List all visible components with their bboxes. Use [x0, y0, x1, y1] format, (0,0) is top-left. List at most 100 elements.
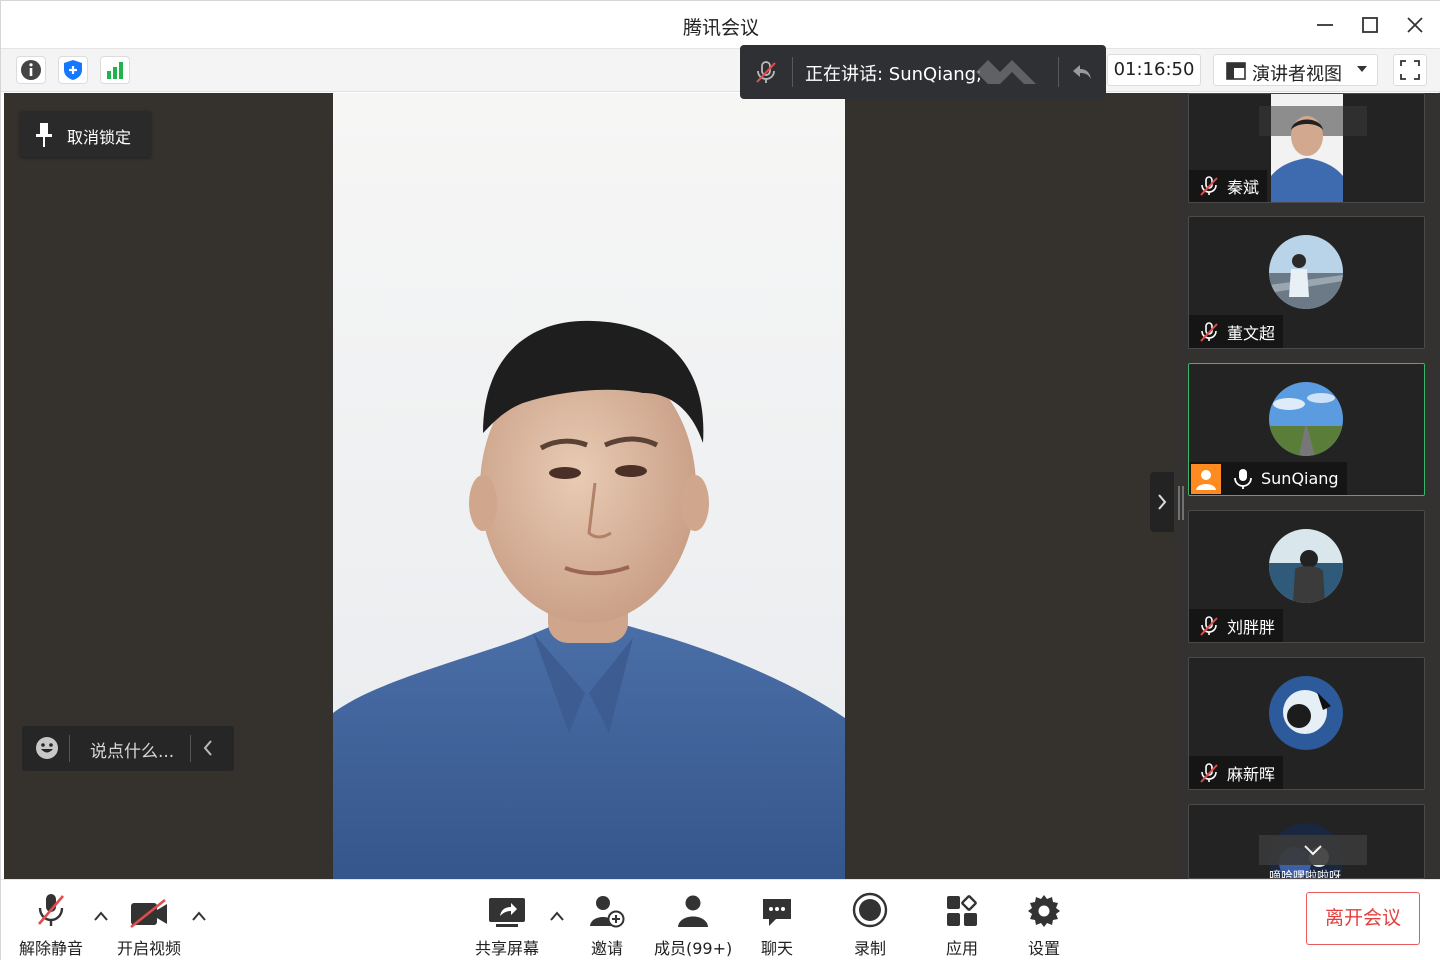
gallery-resize-handle[interactable]: [1178, 486, 1184, 520]
start-video-label: 开启视频: [117, 939, 182, 958]
divider: [792, 57, 793, 87]
participant-tile[interactable]: 刘胖胖: [1188, 510, 1425, 643]
gear-icon: [1028, 895, 1060, 927]
divider: [1058, 57, 1059, 87]
participant-tile[interactable]: 董文超: [1188, 216, 1425, 349]
emoji-icon: [36, 737, 58, 759]
fullscreen-icon: [1400, 60, 1420, 80]
mic-muted-icon: [1200, 762, 1218, 783]
add-user-icon: [590, 896, 625, 928]
share-screen-icon: [489, 898, 525, 927]
apps-grid-icon: [947, 895, 977, 926]
meeting-timer: 01:16:50: [1107, 54, 1201, 86]
close-icon: [1407, 17, 1423, 33]
speaker-video[interactable]: [333, 93, 845, 879]
maximize-icon: [1362, 17, 1378, 33]
meeting-info-button[interactable]: [16, 56, 46, 84]
invite-button[interactable]: 邀请: [589, 890, 625, 959]
minimize-button[interactable]: [1307, 9, 1343, 41]
collapse-gallery-button[interactable]: [1150, 472, 1174, 532]
signal-bars-icon: [107, 62, 123, 79]
participant-name: 董文超: [1227, 323, 1276, 343]
avatar: [1269, 676, 1343, 750]
share-screen-button[interactable]: 共享屏幕: [475, 890, 539, 959]
record-icon: [852, 892, 888, 928]
leave-meeting-button[interactable]: 离开会议: [1306, 892, 1420, 945]
mic-muted-icon: [756, 61, 776, 83]
maximize-button[interactable]: [1352, 9, 1388, 41]
members-icon: [678, 895, 709, 927]
divider: [190, 735, 191, 762]
participant-name: 嘀哈嘿啦啦呀: [1269, 869, 1342, 879]
chat-placeholder: 说点什么...: [90, 742, 175, 762]
scroll-down-button[interactable]: [1259, 835, 1367, 865]
participant-name: 刘胖胖: [1227, 617, 1276, 637]
title-bar: 腾讯会议: [1, 1, 1440, 49]
avatar: [1269, 382, 1343, 456]
settings-button[interactable]: 设置: [1027, 890, 1061, 959]
network-status-button[interactable]: [100, 56, 130, 84]
quick-chat-input[interactable]: 说点什么...: [22, 726, 234, 771]
apps-button[interactable]: 应用: [945, 890, 979, 959]
share-screen-label: 共享屏幕: [475, 939, 540, 958]
unpin-button[interactable]: 取消锁定: [20, 111, 151, 157]
minimize-icon: [1317, 24, 1333, 26]
mic-muted-icon: [1200, 615, 1218, 636]
camera-off-icon: [130, 898, 167, 928]
window-title: 腾讯会议: [682, 17, 759, 39]
meeting-window: 腾讯会议 正在讲话: SunQiang; 01:16:50 演讲者视图 取消锁定…: [0, 0, 1440, 960]
share-options-chevron-icon[interactable]: [549, 910, 565, 922]
collapse-arrow-icon[interactable]: [1070, 60, 1094, 84]
chat-bubble-icon: [763, 899, 791, 926]
participant-name: 麻新晖: [1227, 764, 1276, 784]
chevron-down-icon: [1357, 66, 1367, 72]
participant-tile-active[interactable]: SunQiang: [1188, 363, 1425, 496]
members-label: 成员(99+): [654, 939, 733, 958]
info-icon: [21, 60, 41, 80]
members-button[interactable]: 成员(99+): [654, 890, 732, 959]
host-badge-icon: [1191, 463, 1221, 494]
main-video-stage: 取消锁定 说点什么...: [4, 93, 1174, 879]
control-bar: 解除静音 开启视频 共享屏幕 邀请 成员(99+) 聊天 录制 应用 设置 离开…: [1, 879, 1440, 960]
participant-tile[interactable]: 秦斌: [1188, 93, 1425, 203]
obscured-name: [976, 60, 1036, 84]
shield-icon: [64, 60, 82, 80]
start-video-button[interactable]: 开启视频: [117, 890, 181, 959]
chevron-right-icon: [1158, 494, 1167, 510]
mic-muted-icon: [1200, 321, 1218, 342]
avatar: [1269, 235, 1343, 309]
participant-tile[interactable]: 嘀哈嘿啦啦呀: [1188, 804, 1425, 879]
fullscreen-button[interactable]: [1393, 54, 1427, 86]
divider: [69, 735, 70, 762]
participant-name-bar: 董文超: [1189, 315, 1284, 348]
mic-on-icon: [1234, 468, 1252, 489]
speaking-label: 正在讲话: SunQiang;: [805, 64, 983, 85]
speaker-portrait-image: [333, 320, 845, 879]
security-button[interactable]: [58, 56, 88, 84]
chat-button[interactable]: 聊天: [760, 890, 794, 959]
video-options-chevron-icon[interactable]: [191, 910, 207, 922]
settings-label: 设置: [1027, 939, 1060, 958]
record-button[interactable]: 录制: [852, 890, 888, 959]
participant-name-bar: SunQiang: [1189, 462, 1347, 495]
participant-name-bar: 麻新晖: [1189, 756, 1284, 789]
record-label: 录制: [853, 939, 886, 958]
participant-name-bar: 刘胖胖: [1189, 609, 1284, 642]
unmute-button[interactable]: 解除静音: [19, 890, 83, 959]
chevron-down-icon: [1304, 845, 1322, 856]
apps-label: 应用: [945, 939, 978, 958]
view-mode-dropdown[interactable]: 演讲者视图: [1213, 54, 1378, 86]
avatar: [1269, 529, 1343, 603]
unpin-label: 取消锁定: [67, 128, 132, 147]
pin-icon: [36, 123, 52, 147]
speaking-indicator: 正在讲话: SunQiang;: [740, 45, 1106, 99]
participant-name: SunQiang: [1261, 469, 1339, 488]
chat-label: 聊天: [760, 939, 793, 958]
participant-video-thumbnail: [1259, 94, 1367, 202]
mic-muted-icon: [38, 894, 64, 926]
participant-tile[interactable]: 麻新晖: [1188, 657, 1425, 790]
view-mode-label: 演讲者视图: [1252, 64, 1342, 85]
close-button[interactable]: [1397, 9, 1433, 41]
audio-options-chevron-icon[interactable]: [93, 910, 109, 922]
invite-label: 邀请: [590, 939, 623, 958]
